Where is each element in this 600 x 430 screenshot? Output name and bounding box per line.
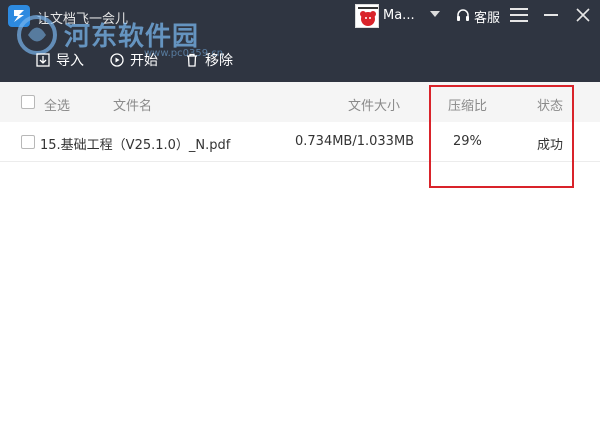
column-ratio: 压缩比 (448, 99, 488, 114)
import-icon (36, 53, 50, 67)
row-checkbox[interactable] (21, 135, 35, 149)
trash-icon (185, 53, 199, 67)
menu-icon[interactable] (510, 8, 528, 24)
headset-icon (457, 9, 469, 21)
title-bar: 让文档飞一会儿 河东软件园 www.pc0359.cn Ma... 客服 (0, 0, 600, 59)
table-row[interactable]: 15.基础工程（V25.1.0）_N.pdf 0.734MB/1.033MB 2… (0, 122, 600, 162)
remove-button[interactable]: 移除 (185, 50, 233, 70)
chevron-down-icon[interactable] (430, 11, 440, 17)
app-logo-icon (8, 5, 30, 27)
import-button[interactable]: 导入 (36, 50, 84, 70)
app-title: 让文档飞一会儿 (37, 12, 129, 27)
app-header: 让文档飞一会儿 河东软件园 www.pc0359.cn Ma... 客服 导入 … (0, 0, 600, 82)
column-filename: 文件名 (113, 99, 153, 114)
column-status: 状态 (537, 99, 564, 114)
select-all-label[interactable]: 全选 (44, 95, 70, 114)
minimize-icon[interactable] (544, 14, 558, 16)
row-status: 成功 (537, 138, 564, 153)
start-label: 开始 (130, 53, 158, 69)
start-button[interactable]: 开始 (110, 50, 158, 70)
user-avatar-icon[interactable] (355, 4, 379, 28)
row-ratio: 29% (453, 134, 482, 149)
remove-label: 移除 (205, 53, 233, 69)
close-icon[interactable] (574, 6, 592, 24)
row-filename: 15.基础工程（V25.1.0）_N.pdf (40, 138, 231, 153)
import-label: 导入 (56, 53, 84, 69)
user-name[interactable]: Ma... (383, 8, 415, 23)
play-icon (110, 53, 124, 67)
row-filesize: 0.734MB/1.033MB (295, 134, 415, 149)
table-header: 全选 文件名 文件大小 压缩比 状态 (0, 82, 600, 122)
column-filesize: 文件大小 (348, 99, 401, 114)
select-all-checkbox[interactable] (21, 95, 35, 109)
toolbar: 导入 开始 移除 (0, 44, 600, 76)
customer-service-button[interactable]: 客服 (455, 5, 500, 27)
customer-service-label: 客服 (474, 10, 501, 26)
